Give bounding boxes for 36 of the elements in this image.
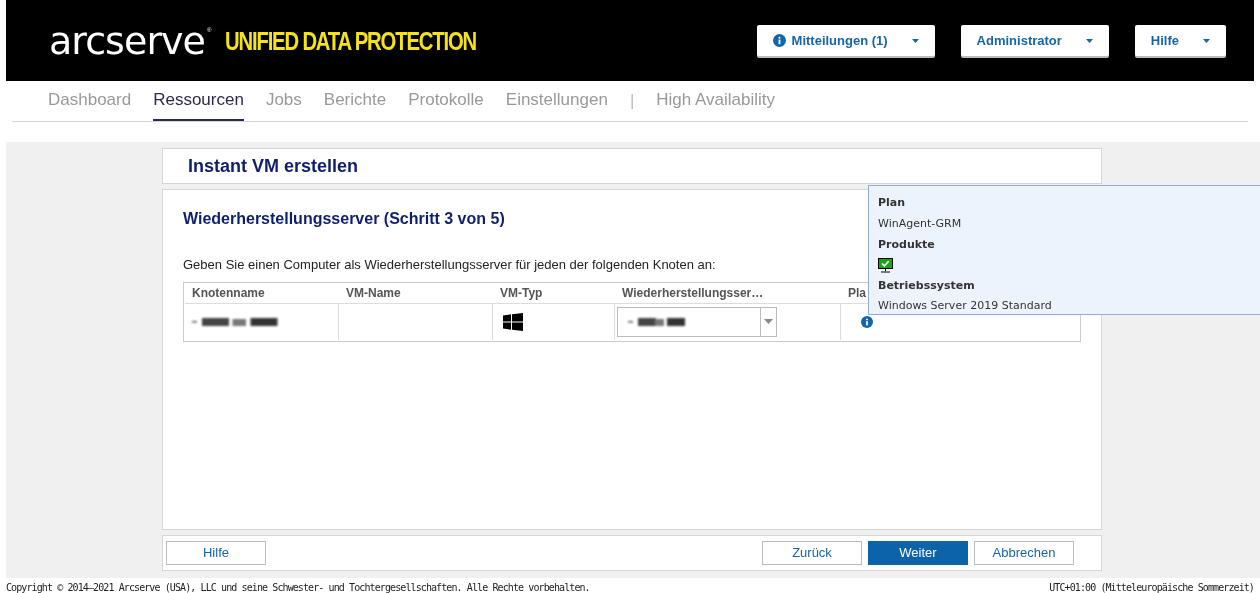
menu-button[interactable]: Mitteilungen (1) bbox=[756, 25, 935, 56]
logo: arcserve bbox=[49, 21, 206, 60]
column-header: Knotenname bbox=[192, 285, 265, 302]
timezone-text: UTC+01:00 (Mitteleuropäische Sommerzeit) bbox=[1049, 581, 1254, 593]
tooltip-value: WinAgent-GRM bbox=[878, 215, 963, 232]
caret-icon bbox=[1203, 38, 1210, 43]
column-header: Pla bbox=[848, 285, 866, 302]
footer-button[interactable]: Abbrechen bbox=[974, 541, 1074, 565]
product-name: UNIFIED DATA PROTECTION bbox=[225, 27, 477, 54]
page-title: Instant VM erstellen bbox=[188, 154, 359, 178]
nav-separator: | bbox=[629, 90, 635, 113]
monitor-check-icon bbox=[878, 257, 893, 273]
tooltip-heading: Plan bbox=[878, 195, 907, 211]
column-header: VM-Typ bbox=[500, 285, 543, 302]
step-title: Wiederherstellungsserver (Schritt 3 von 5) bbox=[183, 209, 505, 229]
footer-button[interactable]: Hilfe bbox=[166, 541, 266, 565]
tooltip-value: Windows Server 2019 Standard bbox=[878, 298, 1053, 314]
copyright-text: Copyright © 2014–2021 Arcserve (USA), LLC und seine Schwester- und Tochtergesellschaften. Alle Rechte vorbehalten. bbox=[6, 581, 590, 593]
footer-button[interactable]: Weiter bbox=[868, 541, 968, 565]
caret-icon bbox=[911, 38, 919, 43]
menu-button[interactable]: Administrator bbox=[960, 25, 1109, 56]
server-dropdown[interactable] bbox=[617, 306, 777, 337]
footer-button[interactable]: Zurück bbox=[762, 541, 862, 565]
column-header: Wiederherstellungsser… bbox=[622, 285, 764, 302]
tooltip-heading: Betriebssystem bbox=[878, 277, 976, 294]
redacted-text-drawing bbox=[628, 315, 688, 328]
column-header: VM-Name bbox=[346, 285, 401, 302]
windows-icon bbox=[503, 312, 523, 331]
nav-tab[interactable]: Ressourcen bbox=[153, 81, 244, 121]
caret-icon bbox=[764, 319, 773, 324]
caret-icon bbox=[1085, 38, 1093, 43]
info-icon bbox=[772, 34, 786, 47]
tooltip-heading: Produkte bbox=[878, 237, 936, 253]
info-icon bbox=[861, 315, 873, 328]
instruction-text: Geben Sie einen Computer als Wiederherstellungsserver für jeden der folgenden Knoten an: bbox=[183, 256, 716, 274]
menu-button[interactable]: Hilfe bbox=[1134, 25, 1226, 56]
